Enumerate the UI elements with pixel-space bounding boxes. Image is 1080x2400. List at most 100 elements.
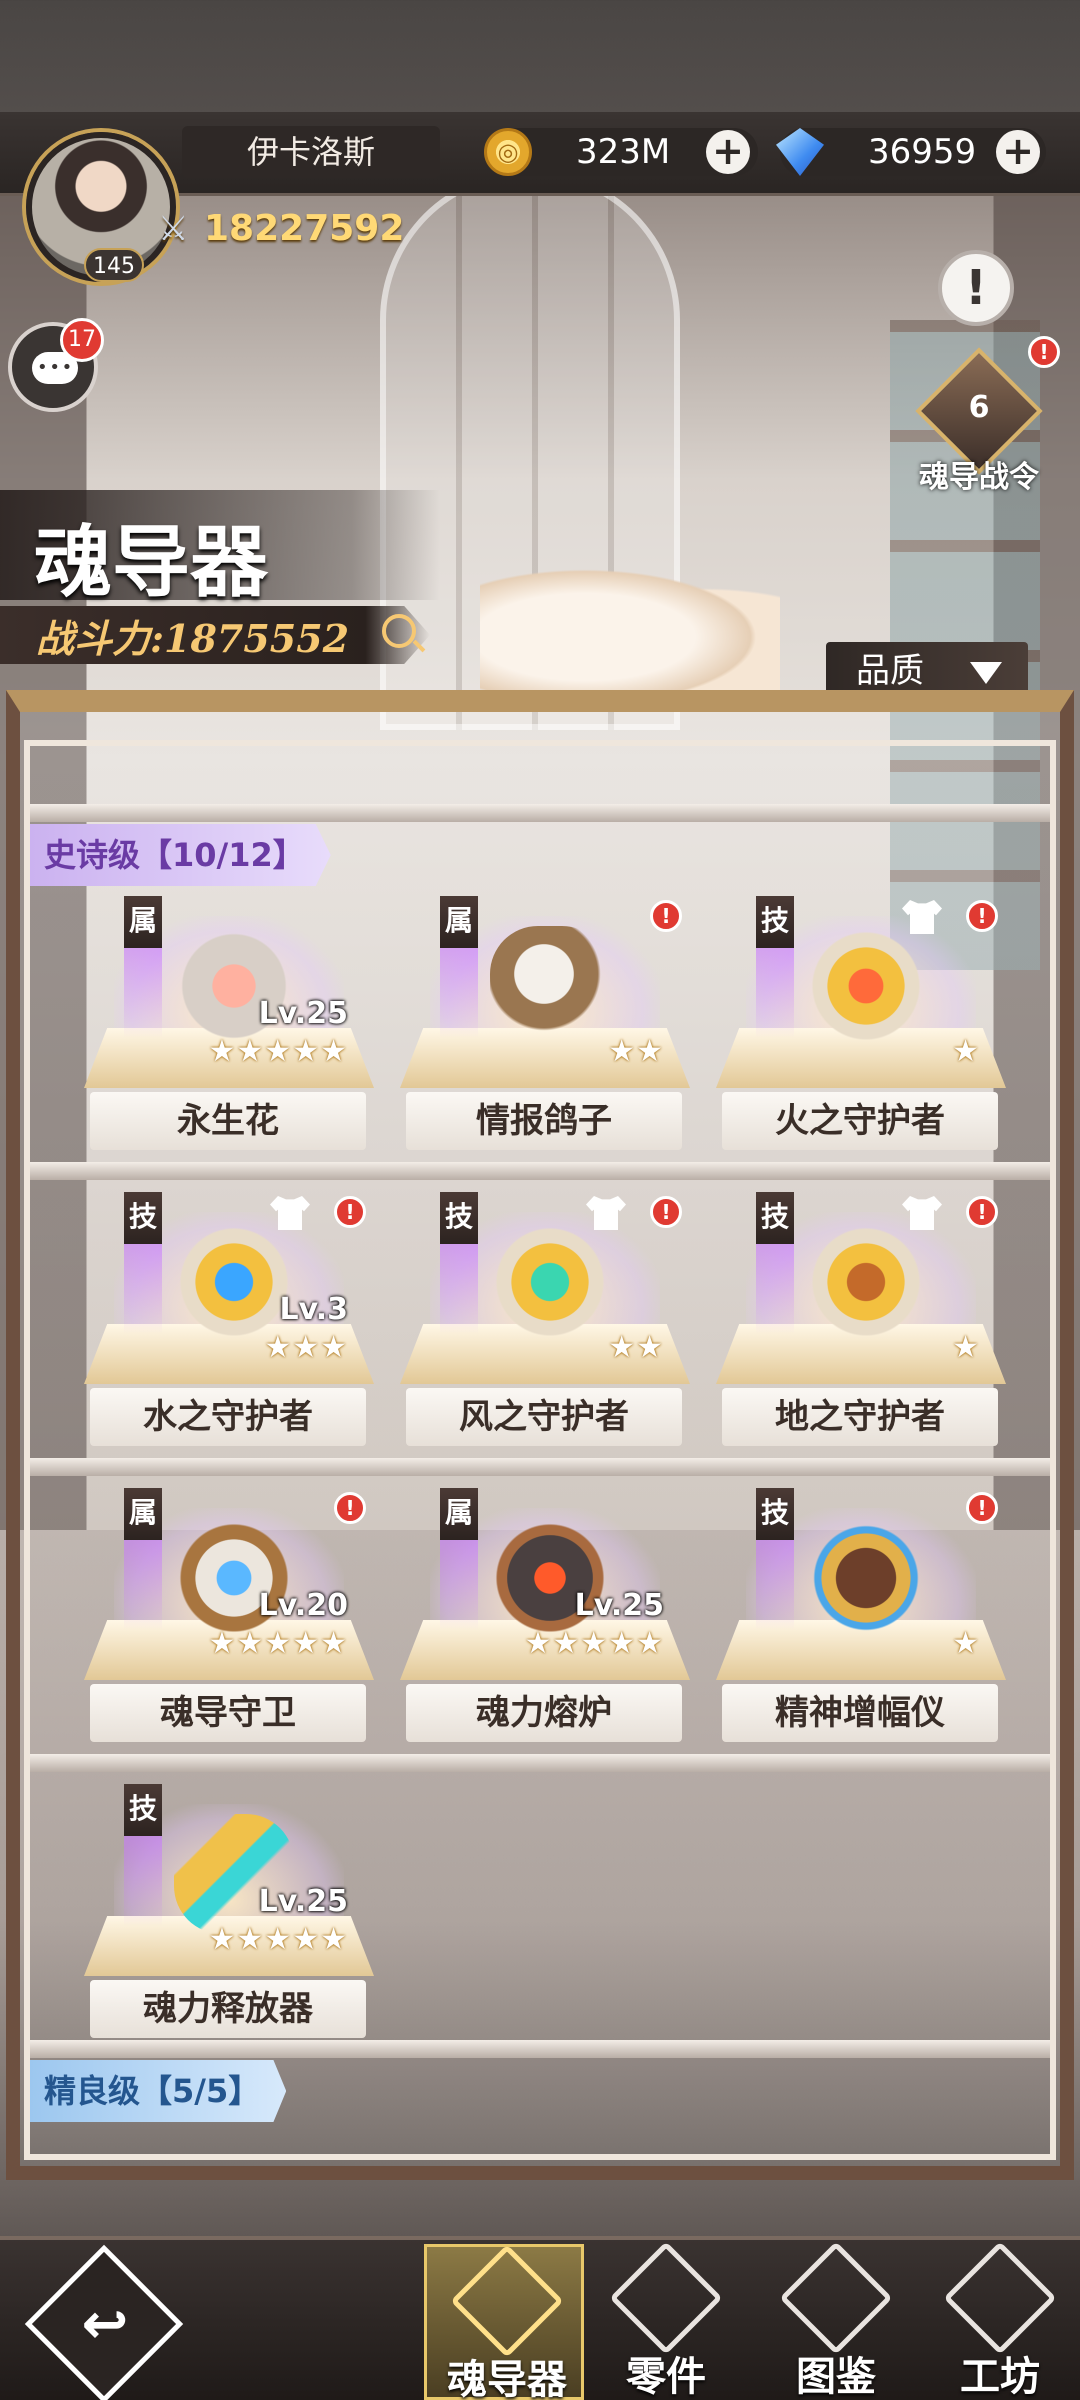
- player-avatar-frame[interactable]: 145: [18, 122, 188, 282]
- gold-currency: ◎ 323M +: [484, 128, 758, 176]
- add-diamond-button[interactable]: +: [996, 130, 1040, 174]
- back-arrow-icon: ↩: [81, 2292, 129, 2357]
- player-power: ⚔ 18227592: [158, 208, 405, 252]
- tier-epic-label: 史诗级【10/12】: [30, 824, 331, 886]
- fire-guardian-art: [806, 926, 926, 1046]
- total-power: 战斗力:1875552: [36, 616, 350, 661]
- tab-parts[interactable]: 零件: [586, 2241, 746, 2400]
- item-type-tag: 技: [124, 1784, 162, 1926]
- item-type-tag: 技: [756, 1488, 794, 1630]
- item-name: 地之守护者: [722, 1388, 998, 1446]
- item-level: Lv.25: [574, 1588, 664, 1623]
- item-stars: ★★★★★: [208, 1034, 348, 1069]
- item-card[interactable]: 技 ! ★ 火之守护者: [716, 896, 1006, 1166]
- item-stars: ★★★★★: [208, 1626, 348, 1661]
- parts-icon: [609, 2241, 723, 2355]
- item-name: 火之守护者: [722, 1092, 998, 1150]
- tab-codex[interactable]: 图鉴: [756, 2241, 916, 2400]
- battle-pass-alert: !: [1028, 336, 1060, 368]
- tab-workshop[interactable]: 工坊: [920, 2241, 1080, 2400]
- item-name: 风之守护者: [406, 1388, 682, 1446]
- item-card[interactable]: 技 Lv.25 ★★★★★ 魂力释放器: [84, 1784, 374, 2054]
- item-type-tag: 技: [756, 896, 794, 1038]
- item-level: Lv.3: [279, 1292, 349, 1327]
- item-stars: ★★★: [264, 1330, 348, 1365]
- chat-unread-badge: 17: [60, 318, 104, 362]
- player-name: 伊卡洛斯: [182, 126, 440, 178]
- book-icon: [779, 2241, 893, 2355]
- item-card[interactable]: 技 ! ★ 精神增幅仪: [716, 1488, 1006, 1758]
- workshop-icon: [943, 2241, 1057, 2355]
- item-stars: ★★: [608, 1330, 664, 1365]
- player-power-value: 18227592: [204, 208, 405, 249]
- water-guardian-art: [174, 1222, 294, 1342]
- tab-label: 魂导器: [447, 2357, 567, 2400]
- item-alert-badge: !: [966, 1196, 998, 1228]
- item-level: Lv.25: [258, 1884, 348, 1919]
- shelf: [30, 1458, 1050, 1476]
- item-card[interactable]: 技 ! Lv.3 ★★★ 水之守护者: [84, 1192, 374, 1462]
- item-type-tag: 属: [124, 1488, 162, 1630]
- item-type-tag: 属: [440, 1488, 478, 1630]
- gold-coin-icon: ◎: [484, 128, 532, 176]
- item-type-tag: 技: [440, 1192, 478, 1334]
- item-alert-badge: !: [966, 1492, 998, 1524]
- item-card[interactable]: 技 ! ★★ 风之守护者: [400, 1192, 690, 1462]
- item-type-tag: 属: [440, 896, 478, 1038]
- item-stars: ★: [952, 1626, 980, 1661]
- tab-label: 零件: [626, 2354, 706, 2400]
- battle-pass-button[interactable]: 6 魂导战令: [904, 347, 1054, 498]
- item-name: 魂导守卫: [90, 1684, 366, 1742]
- item-name: 水之守护者: [90, 1388, 366, 1446]
- tier-fine-label: 精良级【5/5】: [30, 2060, 287, 2122]
- diamond-currency: 36959 +: [776, 128, 1046, 176]
- sleeping-cat-mascot: [480, 560, 780, 700]
- shelf: [30, 1754, 1050, 1772]
- player-level: 145: [84, 248, 144, 282]
- item-stars: ★: [952, 1330, 980, 1365]
- earth-guardian-art: [806, 1222, 926, 1342]
- item-stars: ★★: [608, 1034, 664, 1069]
- gold-amount: 323M: [576, 132, 671, 172]
- item-name: 精神增幅仪: [722, 1684, 998, 1742]
- tab-label: 工坊: [960, 2354, 1040, 2400]
- item-stars: ★★★★★: [524, 1626, 664, 1661]
- triangle-down-icon: [970, 662, 1002, 684]
- item-alert-badge: !: [334, 1492, 366, 1524]
- battle-pass-level: 6: [968, 390, 990, 425]
- shelf: [30, 1162, 1050, 1180]
- wind-guardian-art: [490, 1222, 610, 1342]
- quality-filter-label: 品质: [856, 651, 924, 691]
- item-alert-badge: !: [334, 1196, 366, 1228]
- item-name: 魂力释放器: [90, 1980, 366, 2038]
- search-icon[interactable]: [382, 614, 416, 648]
- item-card[interactable]: 属 ! Lv.20 ★★★★★ 魂导守卫: [84, 1488, 374, 1758]
- item-level: Lv.25: [258, 996, 348, 1031]
- add-gold-button[interactable]: +: [706, 130, 750, 174]
- item-name: 永生花: [90, 1092, 366, 1150]
- item-alert-badge: !: [650, 1196, 682, 1228]
- item-card[interactable]: 属 ! ★★ 情报鸽子: [400, 896, 690, 1166]
- item-card[interactable]: 属 Lv.25 ★★★★★ 魂力熔炉: [400, 1488, 690, 1758]
- item-alert-badge: !: [650, 900, 682, 932]
- battle-pass-label: 魂导战令: [919, 460, 1039, 495]
- shelf: [30, 2040, 1050, 2058]
- item-card[interactable]: 属 Lv.25 ★★★★★ 永生花: [84, 896, 374, 1166]
- soul-device-icon: [450, 2244, 564, 2358]
- item-name: 情报鸽子: [406, 1092, 682, 1150]
- item-name: 魂力熔炉: [406, 1684, 682, 1742]
- item-scroll-area[interactable]: 史诗级【10/12】 属 Lv.25 ★★★★★ 永生花 属 ! ★★ 情报鸽子…: [24, 740, 1056, 2160]
- tab-soul-device[interactable]: 魂导器: [424, 2244, 584, 2400]
- item-level: Lv.20: [258, 1588, 348, 1623]
- mind-amplifier-art: [806, 1518, 926, 1638]
- item-alert-badge: !: [966, 900, 998, 932]
- item-type-tag: 属: [124, 896, 162, 1038]
- item-stars: ★: [952, 1034, 980, 1069]
- page-title: 魂导器: [34, 517, 269, 608]
- item-type-tag: 技: [756, 1192, 794, 1334]
- info-button[interactable]: !: [938, 250, 1014, 326]
- tab-label: 图鉴: [796, 2354, 876, 2400]
- diamond-amount: 36959: [868, 132, 977, 172]
- item-stars: ★★★★★: [208, 1922, 348, 1957]
- item-card[interactable]: 技 ! ★ 地之守护者: [716, 1192, 1006, 1462]
